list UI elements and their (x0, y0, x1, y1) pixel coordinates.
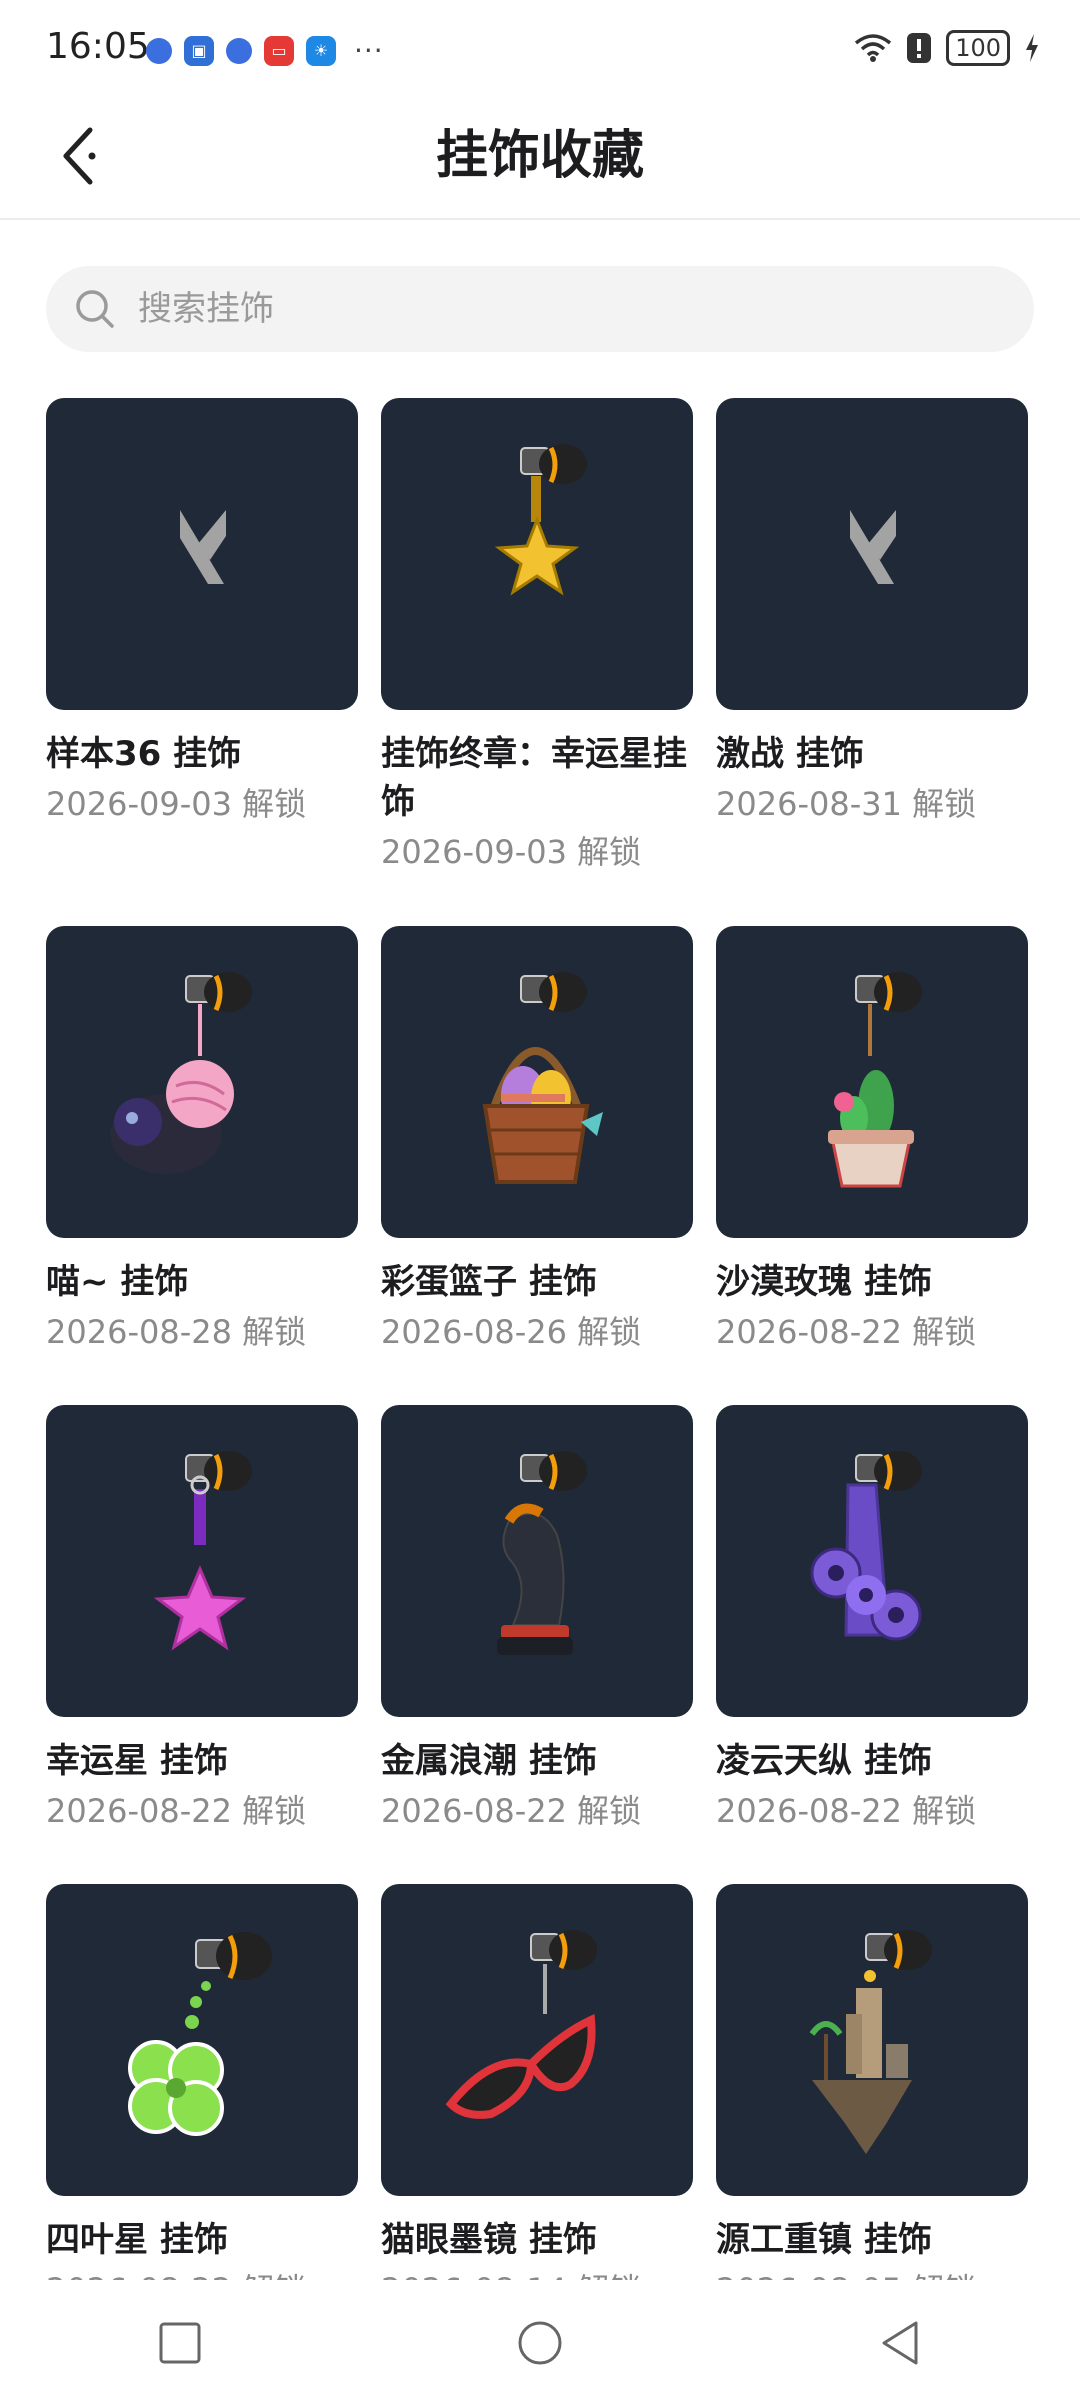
unlock-date: 2026-09-03 解锁 (381, 833, 642, 871)
buddy-card[interactable]: 四叶星 挂饰 2026-08-22 解锁 (46, 1884, 358, 2280)
unlock-date: 2026-08-14 解锁 (381, 2266, 693, 2280)
buddy-thumbnail (716, 1884, 1028, 2196)
search-input[interactable] (136, 288, 1000, 330)
buddy-card[interactable]: 挂饰终章：幸运星挂饰 2026-09-03 解锁 (381, 398, 693, 876)
buddy-name: 源工重镇 挂饰 (716, 2220, 932, 2260)
buddy-card[interactable]: 源工重镇 挂饰 2026-08-05 解锁 (716, 1884, 1028, 2280)
wifi-icon (855, 34, 892, 62)
v-logo-icon (180, 510, 226, 584)
unlock-date: 2026-08-22 解锁 (46, 1792, 307, 1830)
buddy-name: 彩蛋篮子 挂饰 (381, 1262, 597, 1302)
buddy-card[interactable]: 激战 挂饰 2026-08-31 解锁 (716, 398, 1028, 828)
clover-icon (128, 1932, 272, 2136)
triangle-back-icon (882, 2321, 918, 2365)
cactus-pot-icon (828, 972, 922, 1188)
circle-icon (518, 2321, 562, 2365)
buddy-name: 样本36 挂饰 (46, 734, 242, 774)
buddy-card[interactable]: 彩蛋篮子 挂饰 2026-08-26 解锁 (381, 926, 693, 1356)
gold-star-icon (494, 444, 587, 596)
status-time: 16:05 (46, 26, 150, 67)
buddy-card[interactable]: 沙漠玫瑰 挂饰 2026-08-22 解锁 (716, 926, 1028, 1356)
unlock-date: 2026-08-22 解锁 (716, 1313, 977, 1351)
buddy-name: 沙漠玫瑰 挂饰 (716, 1262, 932, 1302)
buddy-name: 凌云天纵 挂饰 (716, 1741, 932, 1781)
buddy-name: 喵~ 挂饰 (46, 1262, 189, 1302)
unlock-date: 2026-08-31 解锁 (716, 785, 977, 823)
buddy-grid: 样本36 挂饰 2026-09-03 解锁 挂饰终章：幸运星挂饰 2026-09… (46, 398, 1046, 2280)
app-notification-icon (146, 37, 172, 64)
buddy-card[interactable]: 金属浪潮 挂饰 2026-08-22 解锁 (381, 1405, 693, 1835)
buddy-thumbnail (46, 398, 358, 710)
buddy-name: 猫眼墨镜 挂饰 (381, 2220, 597, 2260)
buddy-thumbnail (381, 926, 693, 1238)
buddy-name: 幸运星 挂饰 (46, 1741, 228, 1781)
buddy-card[interactable]: 凌云天纵 挂饰 2026-08-22 解锁 (716, 1405, 1028, 1835)
buddy-card[interactable]: 猫眼墨镜 挂饰 2026-08-14 解锁 (381, 1884, 693, 2280)
battery-indicator: 100 (946, 30, 1010, 66)
unlock-date: 2026-08-05 解锁 (716, 2266, 1028, 2280)
unlock-date: 2026-08-22 解锁 (716, 1792, 977, 1830)
buddy-thumbnail (46, 926, 358, 1238)
home-button[interactable] (500, 2303, 580, 2383)
huawei-app-icon: ▭ (264, 35, 294, 66)
alert-icon (907, 33, 932, 63)
egg-basket-icon (482, 972, 603, 1184)
buddy-card[interactable]: 幸运星 挂饰 2026-08-22 解锁 (46, 1405, 358, 1835)
buddy-thumbnail (381, 398, 693, 710)
buddy-card[interactable]: 喵~ 挂饰 2026-08-28 解锁 (46, 926, 358, 1356)
back-nav-button[interactable] (860, 2303, 940, 2383)
buddy-name: 金属浪潮 挂饰 (381, 1741, 597, 1781)
search-bar[interactable] (46, 266, 1034, 352)
cat-yarn-icon (110, 972, 252, 1174)
buddy-thumbnail (716, 1405, 1028, 1717)
floating-island-icon (809, 1930, 932, 2154)
cat-eye-sunglasses-icon (445, 1930, 597, 2119)
pink-star-icon (153, 1451, 252, 1651)
buddy-thumbnail (381, 1884, 693, 2196)
unlock-date: 2026-08-26 解锁 (381, 1313, 642, 1351)
buddy-thumbnail (46, 1884, 358, 2196)
buddy-name: 四叶星 挂饰 (46, 2220, 228, 2260)
fidget-spinner-icon (810, 1451, 922, 1641)
charging-icon (1026, 34, 1038, 62)
weather-icon: ☀ (306, 35, 336, 66)
buddy-name: 激战 挂饰 (716, 734, 864, 774)
recents-button[interactable] (140, 2303, 220, 2383)
notification-icons: ▣ ▭ ☀ ··· (146, 34, 384, 67)
unlock-date: 2026-08-22 解锁 (381, 1792, 642, 1830)
unlock-date: 2026-08-22 解锁 (46, 2266, 358, 2280)
chess-knight-icon (497, 1451, 587, 1655)
v-logo-icon (850, 510, 896, 584)
app-notification-icon (226, 37, 252, 64)
more-notifications-icon: ··· (354, 34, 384, 67)
buddy-name: 挂饰终章：幸运星挂饰 (381, 734, 687, 822)
shield-app-icon: ▣ (184, 35, 214, 66)
unlock-date: 2026-09-03 解锁 (46, 785, 307, 823)
unlock-date: 2026-08-28 解锁 (46, 1313, 307, 1351)
buddy-thumbnail (46, 1405, 358, 1717)
search-icon (76, 290, 114, 328)
app-header: 挂饰收藏 (0, 96, 1080, 220)
buddy-thumbnail (716, 398, 1028, 710)
buddy-card[interactable]: 样本36 挂饰 2026-09-03 解锁 (46, 398, 358, 828)
square-icon (159, 2322, 201, 2364)
system-nav-bar (0, 2286, 1080, 2400)
status-bar: 16:05 ▣ ▭ ☀ ··· 100 (0, 0, 1080, 96)
buddy-thumbnail (716, 926, 1028, 1238)
system-status: 100 (854, 30, 1040, 66)
buddy-thumbnail (381, 1405, 693, 1717)
page-title: 挂饰收藏 (435, 126, 644, 186)
